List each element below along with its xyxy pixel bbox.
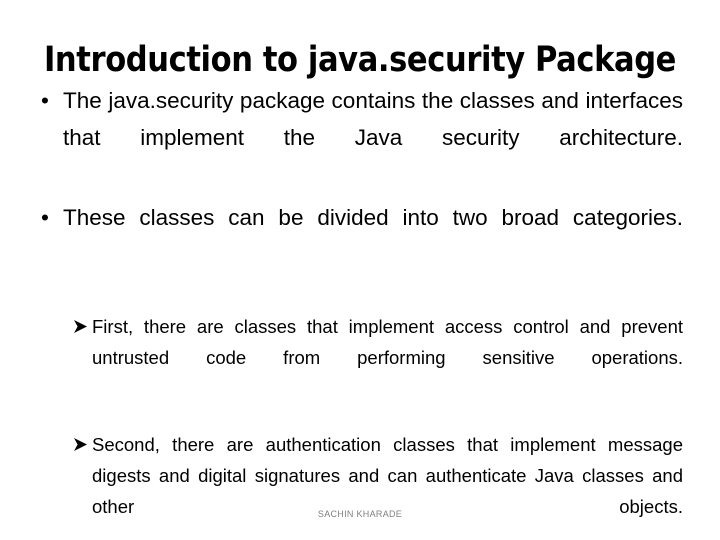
sub-list-item: Second, there are authentication classes… bbox=[0, 429, 720, 540]
slide-body: • The java.security package contains the… bbox=[0, 82, 720, 540]
list-item: • The java.security package contains the… bbox=[0, 82, 720, 193]
list-item-text: The java.security package contains the c… bbox=[63, 88, 683, 150]
sub-list-item-text: Second, there are authentication classes… bbox=[92, 434, 683, 517]
arrowhead-bullet-icon bbox=[73, 429, 91, 460]
slide-footer-author: SACHIN KHARADE bbox=[317, 509, 403, 519]
bullet-dot-icon: • bbox=[41, 88, 49, 113]
page-title: Introduction to java.security Package bbox=[43, 40, 677, 81]
slide: Introduction to java.security Package • … bbox=[0, 0, 720, 540]
sub-list-item: First, there are classes that implement … bbox=[0, 311, 720, 404]
list-item: • These classes can be divided into two … bbox=[0, 199, 720, 273]
list-item-text: These classes can be divided into two br… bbox=[63, 205, 683, 230]
secondary-bullet-list: First, there are classes that implement … bbox=[0, 311, 720, 540]
sub-list-item-text: First, there are classes that implement … bbox=[92, 316, 683, 368]
primary-bullet-list: • The java.security package contains the… bbox=[0, 82, 720, 273]
bullet-dot-icon: • bbox=[41, 205, 49, 230]
arrowhead-bullet-icon bbox=[73, 311, 91, 342]
